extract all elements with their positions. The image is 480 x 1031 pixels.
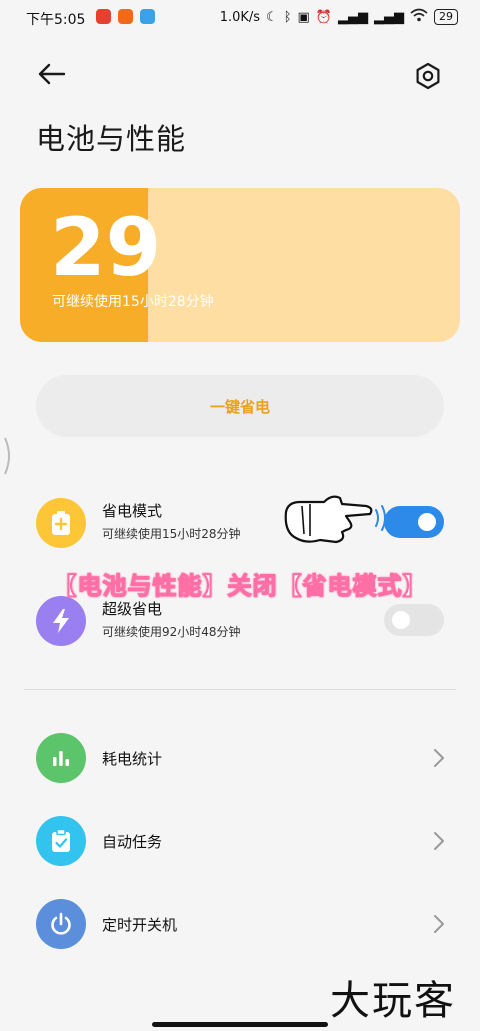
menu-label: 耗电统计 [102,750,163,768]
lightning-icon [36,596,86,646]
video-caption-overlay: 【电池与性能】关闭【省电模式】 [52,571,428,600]
chevron-right-icon [434,832,444,850]
status-icons: 1.0K/s ☾ ᛒ ▣ ⏰ ▂▄▆ ▂▄▆ 29 [220,8,458,26]
page-title: 电池与性能 [36,122,187,156]
toggle-knob [392,611,410,629]
mode-title: 省电模式 [102,502,163,520]
arrow-left-icon [38,63,66,85]
signal-icon: ▂▄▆ [374,9,404,25]
bluetooth-icon: ᛒ [283,9,292,25]
status-bar: 下午5:05 1.0K/s ☾ ᛒ ▣ ⏰ ▂▄▆ ▂▄▆ 29 [0,0,480,34]
alarm-icon: ⏰ [315,9,332,25]
battery-remaining-time: 可继续使用15小时28分钟 [52,294,214,310]
edge-gesture-indicator [4,437,10,475]
notification-app-icon [140,9,155,24]
mode-subtitle: 可继续使用15小时28分钟 [102,527,241,541]
hexagon-settings-icon [416,62,440,90]
mode-title: 超级省电 [102,600,163,618]
power-saving-mode-row[interactable]: 省电模式 可继续使用15小时28分钟 [0,488,480,558]
back-button[interactable] [34,58,70,90]
one-key-power-save-button[interactable]: 一键省电 [36,375,444,437]
vibrate-icon: ▣ [297,9,310,25]
pointing-hand-icon [280,490,390,558]
power-icon [36,899,86,949]
chevron-right-icon [434,915,444,933]
battery-plus-icon [36,498,86,548]
signal-icon: ▂▄▆ [338,9,368,25]
percent-sign: % [138,218,152,234]
ultra-power-saving-toggle[interactable] [384,604,444,636]
menu-item-scheduled-power[interactable]: 定时开关机 [0,894,480,954]
home-indicator[interactable] [152,1022,328,1027]
menu-label: 定时开关机 [102,916,178,934]
power-saving-toggle[interactable] [384,506,444,538]
section-divider [24,689,456,690]
battery-status-badge: 29 [434,9,458,25]
mode-subtitle: 可继续使用92小时48分钟 [102,625,241,639]
network-speed: 1.0K/s [219,9,261,25]
chevron-right-icon [434,749,444,767]
clipboard-check-icon [36,816,86,866]
menu-item-power-usage-stats[interactable]: 耗电统计 [0,728,480,788]
watermark-logo: 大玩客 [330,978,456,1024]
toggle-knob [418,513,436,531]
menu-item-auto-tasks[interactable]: 自动任务 [0,811,480,871]
moon-icon: ☾ [266,9,278,25]
status-time: 下午5:05 [26,12,86,28]
bar-chart-icon [36,733,86,783]
menu-label: 自动任务 [102,833,163,851]
settings-button[interactable] [412,60,444,92]
wifi-icon [410,8,428,26]
notification-app-icon [96,9,111,24]
notification-app-icon [118,9,133,24]
battery-card[interactable]: 29 % 可继续使用15小时28分钟 [20,188,460,342]
